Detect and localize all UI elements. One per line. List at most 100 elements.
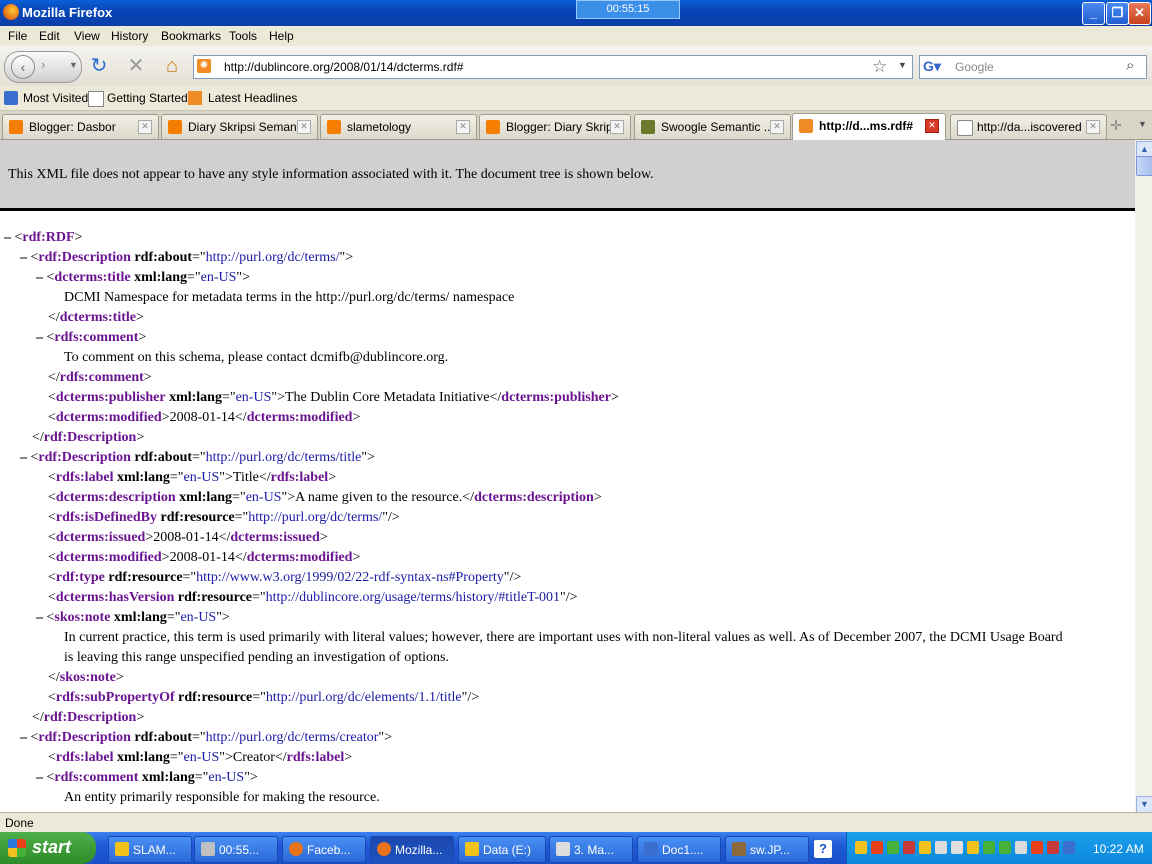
xml-line: <dcterms:issued>2008-01-14</dcterms:issu… — [48, 530, 328, 545]
stop-icon[interactable]: ✕ — [124, 54, 148, 78]
search-icon[interactable]: ⌕ — [1126, 57, 1134, 74]
taskbar-item-slam[interactable]: SLAM... — [108, 836, 192, 863]
google-engine-icon[interactable]: G▾ — [923, 58, 941, 76]
help-icon[interactable]: ? — [814, 840, 832, 858]
xml-text: is leaving this range unspecified pendin… — [64, 650, 449, 665]
menu-history[interactable]: History — [111, 29, 148, 43]
site-favicon-icon: ✺ — [197, 59, 211, 73]
speaker-icon[interactable] — [1015, 841, 1027, 854]
xml-value: http://www.w3.org/1999/02/22-rdf-syntax-… — [196, 570, 504, 585]
tab-close-icon[interactable]: ✕ — [610, 120, 624, 134]
xml-line: – <dcterms:title xml:lang="en-US"> — [36, 270, 251, 285]
xml-line: <rdfs:label xml:lang="en-US">Title</rdfs… — [48, 470, 337, 485]
rss-icon — [188, 91, 202, 105]
collapse-toggle[interactable]: – — [36, 270, 43, 285]
tab-blogger-dasbor[interactable]: Blogger: Dasbor ✕ — [2, 114, 159, 139]
tray-app-icon[interactable] — [1047, 841, 1059, 854]
tray-app-icon[interactable] — [887, 841, 899, 854]
taskbar-item-facebook[interactable]: Faceb... — [282, 836, 366, 863]
restore-button[interactable]: ❐ — [1106, 2, 1129, 25]
tab-label: Blogger: Dasbor — [29, 120, 116, 134]
tab-close-icon[interactable]: ✕ — [770, 120, 784, 134]
network-icon[interactable] — [1063, 841, 1075, 854]
scroll-down-icon[interactable]: ▼ — [1136, 796, 1152, 813]
menu-help[interactable]: Help — [269, 29, 294, 43]
start-button[interactable]: start — [0, 832, 96, 864]
tray-app-icon[interactable] — [919, 841, 931, 854]
menu-tools[interactable]: Tools — [229, 29, 257, 43]
back-button[interactable]: ‹ — [11, 55, 35, 79]
bookmark-star-icon[interactable]: ☆ — [872, 57, 887, 77]
collapse-toggle[interactable]: – — [4, 230, 11, 245]
taskbar-item-swjpg[interactable]: sw.JP... — [725, 836, 809, 863]
tab-close-icon[interactable]: ✕ — [297, 120, 311, 134]
home-icon[interactable]: ⌂ — [160, 54, 184, 78]
reload-icon[interactable]: ↻ — [87, 54, 111, 78]
search-bar[interactable]: G▾ Google ⌕ — [919, 55, 1147, 79]
tab-strip: Blogger: Dasbor ✕ Diary Skripsi Seman...… — [0, 111, 1152, 140]
tab-list-icon[interactable]: ▼ — [1138, 119, 1147, 129]
collapse-toggle[interactable]: – — [36, 330, 43, 345]
taskbar-item-data[interactable]: Data (E:) — [458, 836, 546, 863]
taskbar-item-doc1[interactable]: Doc1.... — [637, 836, 721, 863]
tray-app-icon[interactable] — [935, 841, 947, 854]
minimize-button[interactable]: _ — [1082, 2, 1105, 25]
xml-value: en-US — [183, 470, 220, 485]
forward-button[interactable]: › — [41, 57, 45, 72]
close-button[interactable]: ✕ — [1128, 2, 1151, 25]
blogger-icon — [168, 120, 182, 134]
xml-line: </rdf:Description> — [32, 430, 145, 445]
tray-app-icon[interactable] — [951, 841, 963, 854]
collapse-toggle[interactable]: – — [36, 770, 43, 785]
search-input[interactable]: Google — [955, 60, 994, 74]
tray-app-icon[interactable] — [1031, 841, 1043, 854]
xml-value: http://purl.org/dc/terms/ — [248, 510, 383, 525]
xml-value: en-US — [180, 610, 217, 625]
collapse-toggle[interactable]: – — [36, 610, 43, 625]
shield-icon[interactable] — [903, 841, 915, 854]
taskbar-item-ma[interactable]: 3. Ma... — [549, 836, 633, 863]
task-label: 3. Ma... — [574, 843, 615, 857]
history-dropdown-icon[interactable]: ▼ — [69, 60, 78, 70]
tab-discovered[interactable]: http://da...iscovered ✕ — [950, 114, 1107, 139]
tab-dcterms-active[interactable]: http://d...ms.rdf# ✕ — [792, 113, 946, 140]
xml-text: The Dublin Core Metadata Initiative — [285, 390, 490, 405]
bookmark-most-visited[interactable]: Most Visited — [23, 91, 88, 105]
menu-view[interactable]: View — [74, 29, 100, 43]
collapse-toggle[interactable]: – — [20, 730, 27, 745]
tab-close-icon[interactable]: ✕ — [456, 120, 470, 134]
xml-text: An entity primarily responsible for maki… — [64, 790, 380, 805]
tray-app-icon[interactable] — [999, 841, 1011, 854]
collapse-toggle[interactable]: – — [20, 250, 27, 265]
tab-blogger-diary[interactable]: Blogger: Diary Skrip... ✕ — [479, 114, 631, 139]
taskbar-item-mozilla[interactable]: Mozilla... — [370, 836, 454, 863]
xml-text: 2008-01-14 — [169, 550, 235, 565]
tab-swoogle[interactable]: Swoogle Semantic ... ✕ — [634, 114, 791, 139]
tab-slametology[interactable]: slametology ✕ — [320, 114, 477, 139]
menu-file[interactable]: File — [8, 29, 27, 43]
tray-app-icon[interactable] — [967, 841, 979, 854]
bookmark-getting-started[interactable]: Getting Started — [107, 91, 188, 105]
tab-close-icon[interactable]: ✕ — [1086, 120, 1100, 134]
menu-edit[interactable]: Edit — [39, 29, 60, 43]
taskbar-item-timer[interactable]: 00:55... — [194, 836, 278, 863]
xml-value: en-US — [208, 770, 245, 785]
menu-bar: File Edit View History Bookmarks Tools H… — [0, 26, 1152, 46]
scrollbar-thumb[interactable] — [1136, 156, 1152, 176]
address-bar[interactable]: ✺ http://dublincore.org/2008/01/14/dcter… — [193, 55, 913, 79]
new-tab-icon[interactable]: ✛ — [1110, 117, 1122, 134]
url-dropdown-icon[interactable]: ▼ — [898, 60, 907, 70]
timer-display: 00:55:15 — [576, 0, 680, 19]
tab-close-icon[interactable]: ✕ — [925, 119, 939, 133]
vertical-scrollbar[interactable] — [1135, 140, 1152, 812]
tab-diary-skripsi[interactable]: Diary Skripsi Seman... ✕ — [161, 114, 318, 139]
menu-bookmarks[interactable]: Bookmarks — [161, 29, 221, 43]
tray-app-icon[interactable] — [871, 841, 883, 854]
tab-close-icon[interactable]: ✕ — [138, 120, 152, 134]
firefox-icon — [377, 842, 391, 856]
bookmark-latest-headlines[interactable]: Latest Headlines — [208, 91, 297, 105]
url-input[interactable]: http://dublincore.org/2008/01/14/dcterms… — [224, 60, 463, 74]
collapse-toggle[interactable]: – — [20, 450, 27, 465]
tray-app-icon[interactable] — [983, 841, 995, 854]
tray-app-icon[interactable] — [855, 841, 867, 854]
